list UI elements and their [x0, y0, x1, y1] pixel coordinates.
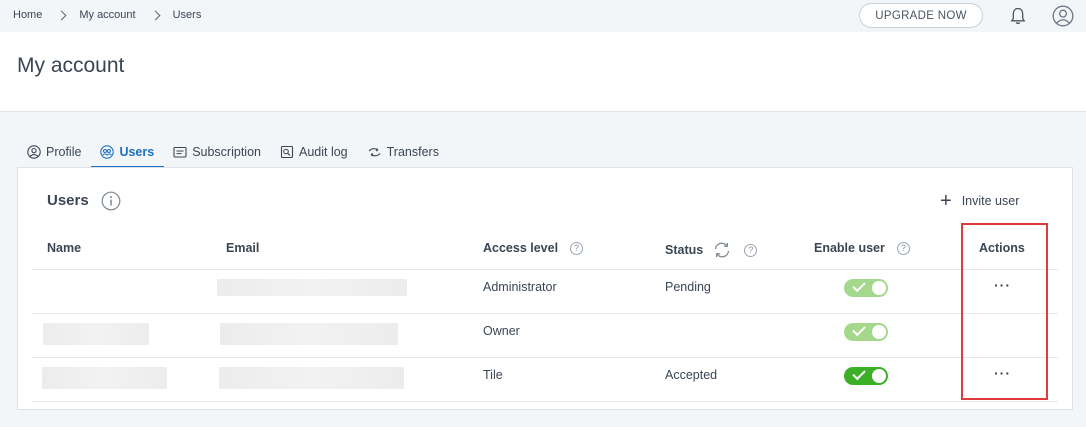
redacted-name — [43, 323, 149, 345]
help-icon[interactable]: ? — [744, 243, 758, 257]
toggle-knob — [872, 281, 886, 295]
check-icon — [852, 366, 866, 381]
column-header-access-level-label: Access level — [483, 241, 559, 255]
help-icon[interactable]: ? — [570, 241, 584, 255]
check-icon — [852, 322, 866, 337]
transfers-icon — [368, 148, 381, 157]
status-cell: Accepted — [665, 368, 718, 382]
invite-user-label: Invite user — [961, 194, 1020, 208]
row-divider — [32, 357, 1058, 358]
page-title: My account — [17, 54, 125, 77]
plus-icon: + — [940, 190, 952, 212]
column-header-email: Email — [226, 241, 259, 255]
bell-icon[interactable] — [1008, 6, 1028, 26]
page-header: My account — [0, 32, 1086, 112]
users-icon — [100, 145, 115, 159]
row-divider — [32, 269, 1058, 270]
status-cell: Pending — [665, 280, 711, 294]
card-title: Users — [47, 192, 89, 209]
enable-user-toggle[interactable] — [844, 278, 888, 297]
enable-user-toggle[interactable] — [844, 366, 888, 385]
help-icon[interactable]: ? — [896, 241, 910, 255]
upgrade-now-button[interactable]: UPGRADE NOW — [859, 3, 983, 28]
refresh-icon[interactable] — [712, 241, 732, 259]
toggle-knob — [872, 325, 886, 339]
tab-profile[interactable]: Profile — [18, 137, 91, 167]
row-divider — [32, 313, 1058, 314]
column-header-email-label: Email — [226, 241, 260, 255]
column-header-name-label: Name — [47, 241, 82, 255]
chevron-right-icon — [56, 10, 67, 20]
tab-audit-log-label: Audit log — [298, 145, 348, 159]
users-card: Users + Invite user Name Email Access le… — [17, 167, 1073, 410]
breadcrumb-home[interactable]: Home — [13, 9, 42, 21]
enable-user-toggle[interactable] — [844, 322, 888, 341]
tab-profile-label: Profile — [46, 145, 82, 159]
tab-audit-log[interactable]: Audit log — [271, 137, 358, 167]
chevron-right-icon — [150, 10, 161, 20]
row-divider — [32, 401, 1058, 402]
tab-subscription[interactable]: Subscription — [164, 137, 271, 167]
user-avatar-icon[interactable] — [1052, 5, 1074, 27]
tab-users[interactable]: Users — [91, 137, 164, 168]
column-header-status: Status ? — [665, 241, 758, 259]
tab-users-label: Users — [119, 145, 155, 159]
breadcrumb-my-account[interactable]: My account — [79, 9, 135, 21]
tab-transfers[interactable]: Transfers — [358, 137, 449, 167]
breadcrumb-users: Users — [172, 9, 202, 21]
info-icon[interactable] — [101, 191, 121, 211]
actions-highlight-box — [961, 223, 1048, 400]
column-header-enable-user: Enable user ? — [814, 241, 910, 255]
column-header-access-level: Access level ? — [483, 241, 584, 255]
tab-transfers-label: Transfers — [386, 145, 439, 159]
access-level-cell: Owner — [483, 324, 520, 338]
toggle-knob — [872, 369, 886, 383]
redacted-email — [219, 367, 404, 389]
invite-user-button[interactable]: + Invite user — [940, 190, 1020, 212]
redacted-name — [42, 367, 167, 389]
breadcrumb: Home My account Users — [13, 9, 201, 21]
column-header-enable-user-label: Enable user — [814, 241, 885, 255]
redacted-email — [217, 279, 407, 296]
access-level-cell: Administrator — [483, 280, 557, 294]
access-level-cell: Tile — [483, 368, 503, 382]
tab-subscription-label: Subscription — [192, 145, 261, 159]
audit-log-icon — [280, 145, 294, 159]
column-header-name: Name — [47, 241, 81, 255]
check-icon — [852, 278, 866, 293]
account-tabs: Profile Users Subscription Audit log Tra… — [18, 137, 449, 168]
subscription-icon — [173, 146, 187, 158]
top-bar: Home My account Users UPGRADE NOW — [0, 0, 1086, 32]
column-header-status-label: Status — [665, 243, 704, 257]
redacted-email — [220, 323, 398, 345]
profile-icon — [27, 145, 41, 159]
